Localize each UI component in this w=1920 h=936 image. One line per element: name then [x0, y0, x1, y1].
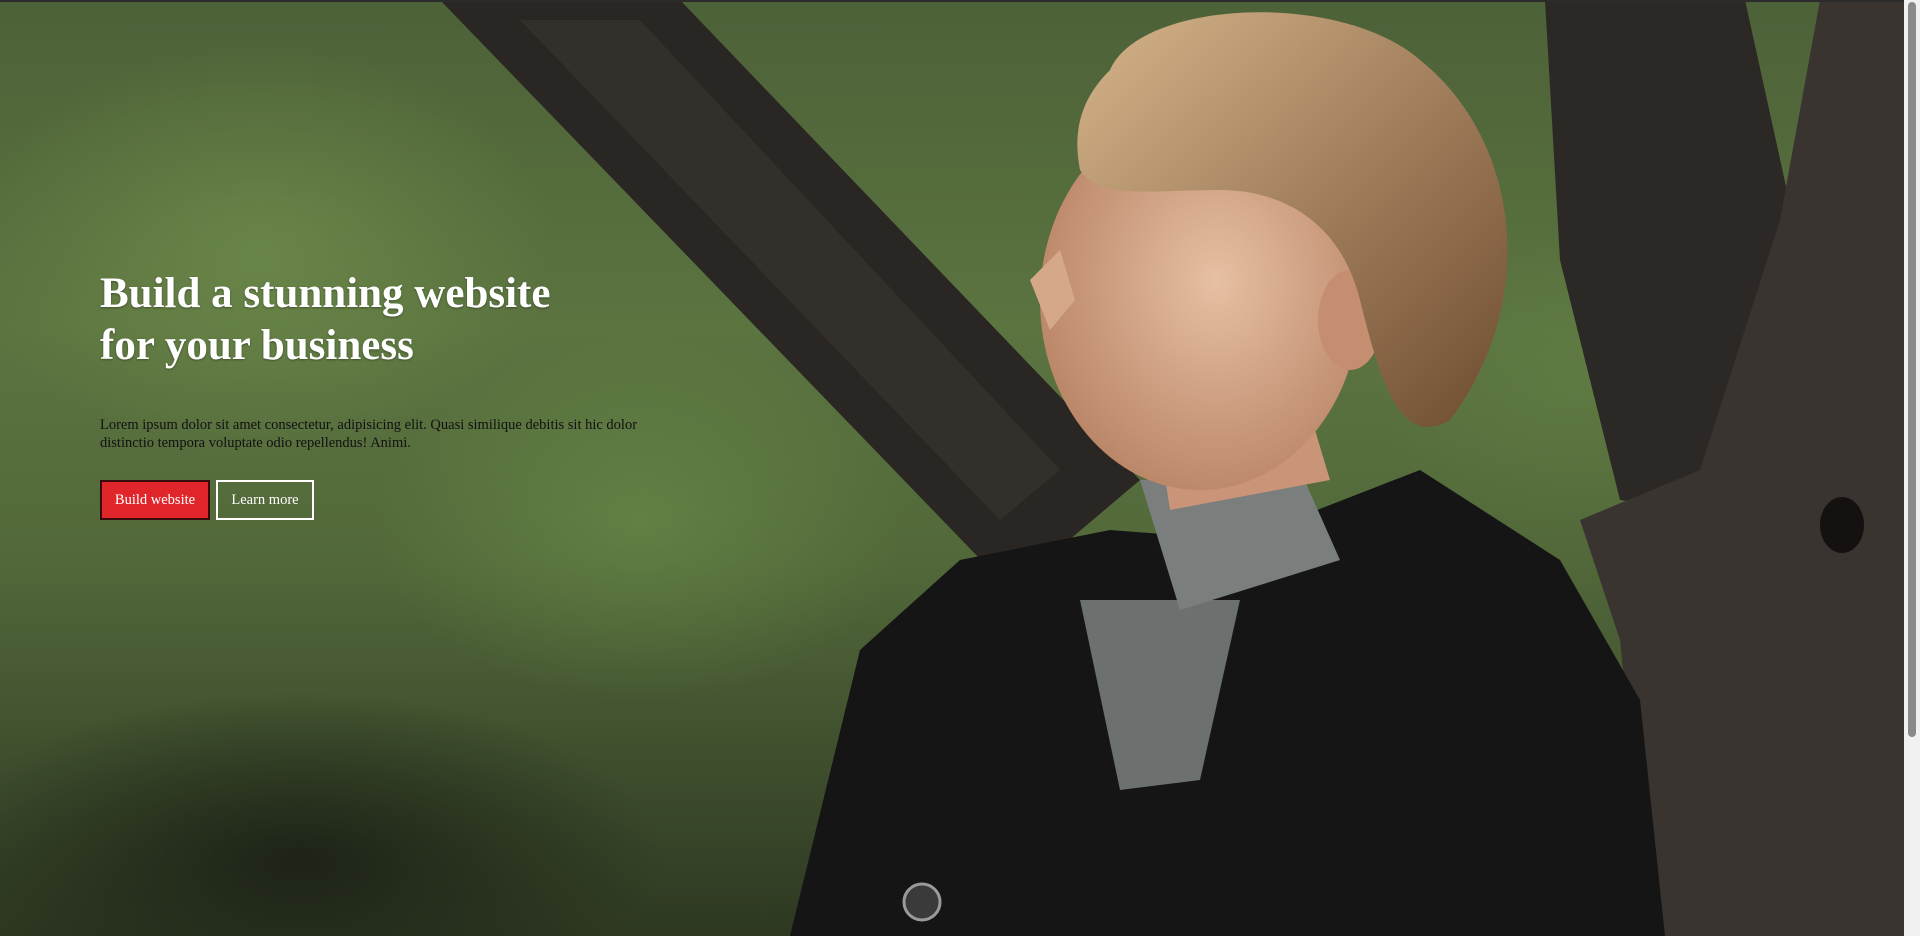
hero-content: Build a stunning website for your busine… [100, 268, 660, 520]
hero-title-line-1: Build a stunning website [100, 270, 551, 317]
top-border [0, 0, 1904, 2]
build-website-button[interactable]: Build website [100, 480, 210, 520]
hero-title: Build a stunning website for your busine… [100, 268, 660, 372]
hero-title-line-2: for your business [100, 322, 414, 369]
hero-description: Lorem ipsum dolor sit amet consectetur, … [100, 417, 638, 451]
scrollbar-thumb[interactable] [1908, 2, 1916, 737]
hero-section: Build a stunning website for your busine… [0, 0, 1904, 936]
hero-actions: Build website Learn more [100, 480, 660, 520]
learn-more-button[interactable]: Learn more [216, 480, 314, 520]
vertical-scrollbar[interactable] [1904, 0, 1920, 936]
